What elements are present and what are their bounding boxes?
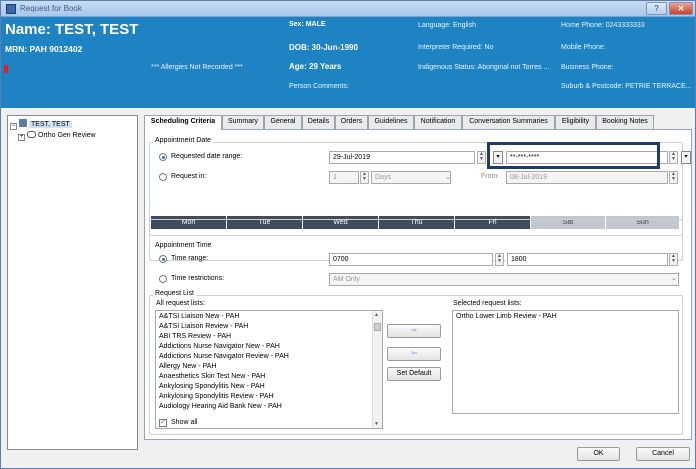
show-all-label: Show all (171, 419, 198, 426)
time-from-field[interactable]: 0700 (329, 253, 493, 266)
scroll-down-icon[interactable]: ▼ (374, 421, 379, 427)
end-date-highlight (487, 142, 660, 169)
time-range-label: Time range: (171, 255, 209, 262)
patient-name: Name: TEST, TEST (5, 21, 139, 38)
patient-mrn: MRN: PAH 9012402 (5, 44, 83, 54)
time-restrictions-label: Time restrictions: (171, 275, 225, 282)
tab-orders[interactable]: Orders (335, 115, 368, 129)
list-item[interactable]: Ankylosing Spondylitis Review - PAH (159, 393, 274, 403)
suburb-postcode: Suburb & Postcode: PETRIE TERRACE... (561, 83, 692, 90)
request-in-spinner[interactable]: ▲ ▼ (360, 171, 369, 184)
time-range-radio[interactable] (159, 255, 167, 263)
scroll-up-icon[interactable]: ▲ (374, 312, 379, 318)
list-item[interactable]: Allergy New - PAH (159, 363, 216, 373)
list-scrollbar[interactable]: ▲ ▼ (372, 311, 382, 428)
set-default-button[interactable]: Set Default (387, 367, 441, 381)
language: Language: English (418, 22, 476, 29)
from-date-field[interactable]: 08-Jul-2019 (506, 171, 668, 184)
scroll-thumb[interactable] (374, 323, 381, 331)
tab-scheduling-criteria[interactable]: Scheduling Criteria (144, 115, 222, 130)
from-date-spinner[interactable]: ▲ ▼ (669, 171, 678, 184)
tab-general[interactable]: General (264, 115, 302, 129)
time-restrictions-radio[interactable] (159, 275, 167, 283)
help-button[interactable]: ? (646, 2, 667, 15)
list-item[interactable]: Audiology Hearing Aid Bank New - PAH (159, 403, 282, 413)
tab-conversation-summaries[interactable]: Conversation Summaries (462, 115, 555, 129)
tab-notification[interactable]: Notification (414, 115, 462, 129)
time-to-field[interactable]: 1800 (507, 253, 668, 266)
start-date-field[interactable]: 29-Jul-2019 (329, 151, 475, 164)
start-date-spinner[interactable]: ▲ ▼ (477, 151, 486, 164)
appointment-date-label: Appointment Date (153, 137, 214, 144)
patient-dob: DOB: 30-Jun-1990 (289, 43, 358, 52)
request-list-label: Request List (153, 290, 196, 297)
requested-date-range-label: Requested date range: (171, 153, 243, 160)
tab-guidelines[interactable]: Guidelines (368, 115, 414, 129)
all-request-lists-label: All request lists: (156, 300, 206, 307)
time-from-spinner[interactable]: ▲ ▼ (495, 253, 504, 266)
requested-date-range-radio[interactable] (159, 153, 167, 161)
list-item[interactable]: Addictions Nurse Navigator Review - PAH (159, 353, 289, 363)
expand-icon[interactable]: + (18, 134, 25, 141)
list-item[interactable]: Ankylosing Spondylitis New - PAH (159, 383, 265, 393)
request-in-unit-arrow-icon: ⌄ (445, 174, 451, 181)
request-in-radio[interactable] (159, 173, 167, 181)
ok-button[interactable]: OK (577, 447, 620, 461)
tree-item-ortho-label: Ortho Gen Review (38, 132, 96, 139)
tree-item-patient[interactable]: − TEST, TEST (10, 119, 72, 130)
patient-banner: Name: TEST, TEST MRN: PAH 9012402 Sex: M… (1, 17, 695, 108)
list-item[interactable]: A&TSI Liaison New - PAH (159, 313, 239, 323)
home-phone: Home Phone: 0243333333 (561, 22, 645, 29)
from-label: From: (481, 173, 500, 180)
remove-from-selected-button[interactable]: ⇦ (387, 347, 441, 361)
tab-details[interactable]: Details (302, 115, 335, 129)
interpreter-required: Interpreter Required: No (418, 44, 494, 51)
selected-request-lists[interactable]: Ortho Lower Limb Review - PAH (452, 310, 679, 414)
person-comments: Person Comments: (289, 83, 349, 90)
tab-eligibility[interactable]: Eligibility (555, 115, 596, 129)
collapse-icon[interactable]: − (10, 123, 17, 130)
request-in-unit-select[interactable]: Days (371, 171, 451, 184)
tree-item-ortho-gen-review[interactable]: + Ortho Gen Review (18, 131, 96, 142)
request-for-book-window: Request for Book ? ✕ Name: TEST, TEST MR… (0, 0, 696, 469)
request-tree: − TEST, TEST + Ortho Gen Review (7, 115, 138, 450)
allergies-status: *** Allergies Not Recorded *** (151, 64, 243, 71)
selected-request-lists-label: Selected request lists: (453, 300, 522, 307)
tab-summary[interactable]: Summary (222, 115, 264, 129)
tree-item-patient-label: TEST, TEST (29, 121, 72, 128)
appointment-time-label: Appointment Time (153, 242, 214, 249)
add-to-selected-button[interactable]: ⇨ (387, 324, 441, 338)
time-restrictions-arrow-icon: ⌄ (671, 275, 677, 282)
cancel-button[interactable]: Cancel (636, 447, 690, 461)
indigenous-status: Indigenous Status: Aboriginal not Torres… (418, 64, 550, 71)
title-bar: Request for Book ? ✕ (1, 1, 695, 17)
list-item[interactable]: ABI TRS Review - PAH (159, 333, 231, 343)
list-item[interactable]: Anaesthetics Skin Test New - PAH (159, 373, 265, 383)
list-item[interactable]: A&TSI Liaison Review - PAH (159, 323, 248, 333)
end-date-spinner[interactable]: ▲ ▼ (669, 151, 678, 164)
close-button[interactable]: ✕ (669, 2, 693, 15)
app-icon (6, 4, 16, 14)
patient-age: Age: 29 Years (289, 62, 342, 71)
request-in-label: Request in: (171, 173, 207, 180)
tab-booking-notes[interactable]: Booking Notes (596, 115, 654, 129)
patient-sex: Sex: MALE (289, 21, 326, 28)
alert-marker (4, 65, 8, 73)
patient-folder-icon (19, 119, 27, 127)
mobile-phone: Mobile Phone: (561, 44, 606, 51)
time-to-spinner[interactable]: ▲ ▼ (669, 253, 678, 266)
request-in-quantity[interactable]: 1 (329, 171, 359, 184)
all-request-lists[interactable]: A&TSI Liaison New - PAH A&TSI Liaison Re… (155, 310, 383, 429)
selected-list-item[interactable]: Ortho Lower Limb Review - PAH (456, 313, 557, 323)
time-restrictions-select[interactable]: AM Only (329, 273, 679, 286)
list-item[interactable]: Addictions Nurse Navigator New - PAH (159, 343, 280, 353)
end-date-dropdown[interactable]: ▾ (681, 151, 691, 164)
window-title: Request for Book (20, 4, 82, 13)
business-phone: Business Phone: (561, 64, 614, 71)
glasses-icon (27, 131, 36, 138)
show-all-checkbox[interactable]: ✓ (159, 419, 167, 427)
